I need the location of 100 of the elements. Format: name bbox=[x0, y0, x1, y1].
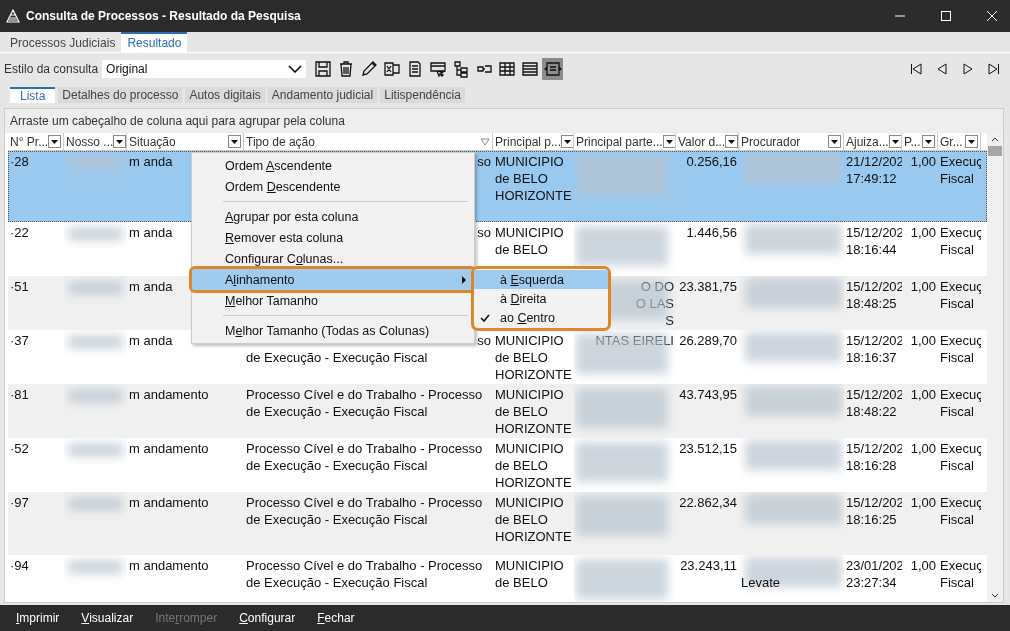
app-logo-icon bbox=[6, 9, 20, 23]
table-cell: ·52 bbox=[10, 441, 29, 456]
scroll-up-icon[interactable] bbox=[991, 137, 999, 142]
tab[interactable]: Processos Judiciais bbox=[4, 34, 122, 52]
close-icon[interactable] bbox=[986, 10, 998, 22]
tab[interactable]: Resultado bbox=[121, 32, 188, 52]
table-cell: 1.446,56 bbox=[686, 225, 737, 240]
filter-dropdown-icon[interactable] bbox=[228, 135, 241, 148]
column-header[interactable]: Procurador bbox=[739, 133, 844, 150]
table-cell-text: de BELO bbox=[495, 574, 549, 591]
column-header[interactable]: Gr... bbox=[938, 133, 981, 150]
filter-dropdown-icon[interactable] bbox=[48, 135, 62, 148]
table-cell-text: 18:16:25 bbox=[846, 511, 898, 528]
menu-item[interactable]: à Esquerda bbox=[474, 270, 608, 289]
table-cell: HORIZONTE bbox=[495, 474, 572, 491]
table-cell-text: Fiscal bbox=[940, 457, 975, 474]
table-cell-text: Processo Cível e do Trabalho - Processo bbox=[246, 440, 484, 457]
filter-dropdown-icon[interactable] bbox=[888, 135, 901, 148]
last-record-icon[interactable] bbox=[988, 63, 1000, 75]
menu-item[interactable]: Ordem Descendente bbox=[192, 176, 474, 197]
menu-item[interactable]: Melhor Tamanho (Todas as Colunas) bbox=[192, 320, 474, 341]
footer-button[interactable]: Configurar bbox=[233, 609, 302, 627]
table-cell: m andamento bbox=[129, 495, 209, 510]
column-header[interactable]: Principal parte... bbox=[574, 133, 676, 150]
column-header[interactable]: Ajuiza... bbox=[844, 133, 902, 150]
footer-button[interactable]: Fechar bbox=[311, 609, 361, 627]
menu-item[interactable]: Alinhamento bbox=[192, 269, 474, 290]
tab[interactable]: Autos digitais bbox=[185, 87, 265, 103]
table-cell: 1,00 bbox=[910, 441, 936, 456]
table-cell: 1,00 bbox=[910, 387, 936, 402]
table-cell: m andamento bbox=[129, 558, 209, 573]
menu-item[interactable]: à Direita bbox=[474, 289, 608, 308]
scroll-thumb[interactable] bbox=[988, 146, 1002, 156]
table-cell: m anda bbox=[129, 154, 173, 169]
filter-dropdown-icon[interactable] bbox=[965, 135, 978, 148]
menu-item[interactable]: Configurar Colunas... bbox=[192, 248, 474, 269]
table-icon bbox=[497, 60, 516, 78]
footer-button[interactable]: Imprimir bbox=[10, 609, 66, 627]
table-cell-text: Fiscal bbox=[940, 511, 975, 528]
filter-dropdown-icon[interactable] bbox=[725, 135, 738, 148]
table-cell-text: MUNICIPIO bbox=[495, 224, 565, 241]
column-header[interactable]: Situação bbox=[127, 133, 244, 150]
footer-button[interactable]: Visualizar bbox=[75, 609, 140, 627]
blurred-text bbox=[68, 497, 123, 511]
column-header[interactable]: Tipo de ação bbox=[244, 133, 493, 150]
table-cell-text: Fiscal bbox=[940, 295, 975, 312]
column-header[interactable]: Valor d... bbox=[676, 133, 739, 150]
table-cell-text: 18:48:22 bbox=[846, 403, 898, 420]
table-cell: 23.512,15 bbox=[679, 441, 737, 456]
column-header[interactable]: Principal p... bbox=[493, 133, 574, 150]
table-cell-text: de BELO bbox=[495, 241, 549, 258]
filter-dropdown-icon[interactable] bbox=[561, 135, 573, 148]
table-cell: 1,00 bbox=[910, 333, 936, 348]
toolbar-button[interactable] bbox=[542, 58, 564, 80]
table-cell: 23.243,11 bbox=[680, 558, 737, 573]
vertical-scrollbar[interactable] bbox=[987, 133, 1003, 602]
menu-item[interactable]: ao Centro bbox=[474, 308, 608, 327]
table-cell-text: MUNICIPIO bbox=[495, 386, 565, 403]
window-title: Consulta de Processos - Resultado da Pesquisa bbox=[26, 9, 301, 23]
table-cell-text: Levate bbox=[741, 574, 782, 591]
column-header[interactable]: Nosso ... bbox=[64, 133, 127, 150]
table-cell: m anda bbox=[129, 333, 173, 348]
scroll-down-icon[interactable] bbox=[991, 593, 999, 598]
table-cell-text: 23:27:34 bbox=[846, 574, 898, 591]
table-cell-text: Fiscal bbox=[940, 349, 975, 366]
table-cell: HORIZONTE bbox=[495, 420, 572, 437]
blurred-text bbox=[68, 227, 123, 241]
filter-dropdown-icon[interactable] bbox=[828, 135, 841, 148]
menu-item[interactable]: Ordem Ascendente bbox=[192, 155, 474, 176]
style-dropdown[interactable]: Original bbox=[102, 60, 307, 78]
table-cell: NTAS EIRELI bbox=[595, 332, 674, 349]
table-cell-text: de BELO bbox=[495, 349, 549, 366]
style-label: Estilo da consulta bbox=[4, 62, 99, 76]
group-hint: Arraste um cabeçalho de coluna aqui para agrupar pela coluna bbox=[10, 114, 345, 128]
table-cell-text: 18:16:37 bbox=[846, 349, 898, 366]
column-header[interactable]: N° Pr... bbox=[8, 133, 64, 150]
submenu-arrow-icon bbox=[462, 275, 466, 284]
table-cell-text: MUNICIPIO bbox=[495, 440, 565, 457]
menu-item[interactable]: Melhor Tamanho bbox=[192, 290, 474, 311]
next-record-icon[interactable] bbox=[962, 63, 974, 75]
previous-record-icon[interactable] bbox=[936, 63, 948, 75]
tab[interactable]: Lista bbox=[10, 87, 56, 103]
maximize-icon[interactable] bbox=[940, 10, 952, 22]
menu-item[interactable]: Remover esta coluna bbox=[192, 227, 474, 248]
table-cell: HORIZONTE bbox=[495, 528, 572, 545]
filter-dropdown-icon[interactable] bbox=[662, 135, 675, 148]
table-cell: 1,00 bbox=[910, 225, 936, 240]
table-cell: S bbox=[665, 312, 674, 329]
first-record-icon[interactable] bbox=[910, 63, 922, 75]
tab[interactable]: Andamento judicial bbox=[267, 87, 378, 103]
table-cell: ·94 bbox=[10, 558, 29, 573]
toolbar-button[interactable] bbox=[312, 58, 334, 80]
tab[interactable]: Litispendência bbox=[380, 87, 465, 103]
filter-dropdown-icon[interactable] bbox=[113, 135, 126, 148]
filter-dropdown-icon[interactable] bbox=[922, 135, 935, 148]
tab[interactable]: Detalhes do processo bbox=[58, 87, 183, 103]
column-header[interactable]: P... bbox=[902, 133, 938, 150]
table-cell: m anda bbox=[129, 225, 173, 240]
table-cell-text: Processo Cível e do Trabalho - Processo bbox=[246, 557, 484, 574]
table-cell: m anda bbox=[129, 279, 173, 294]
